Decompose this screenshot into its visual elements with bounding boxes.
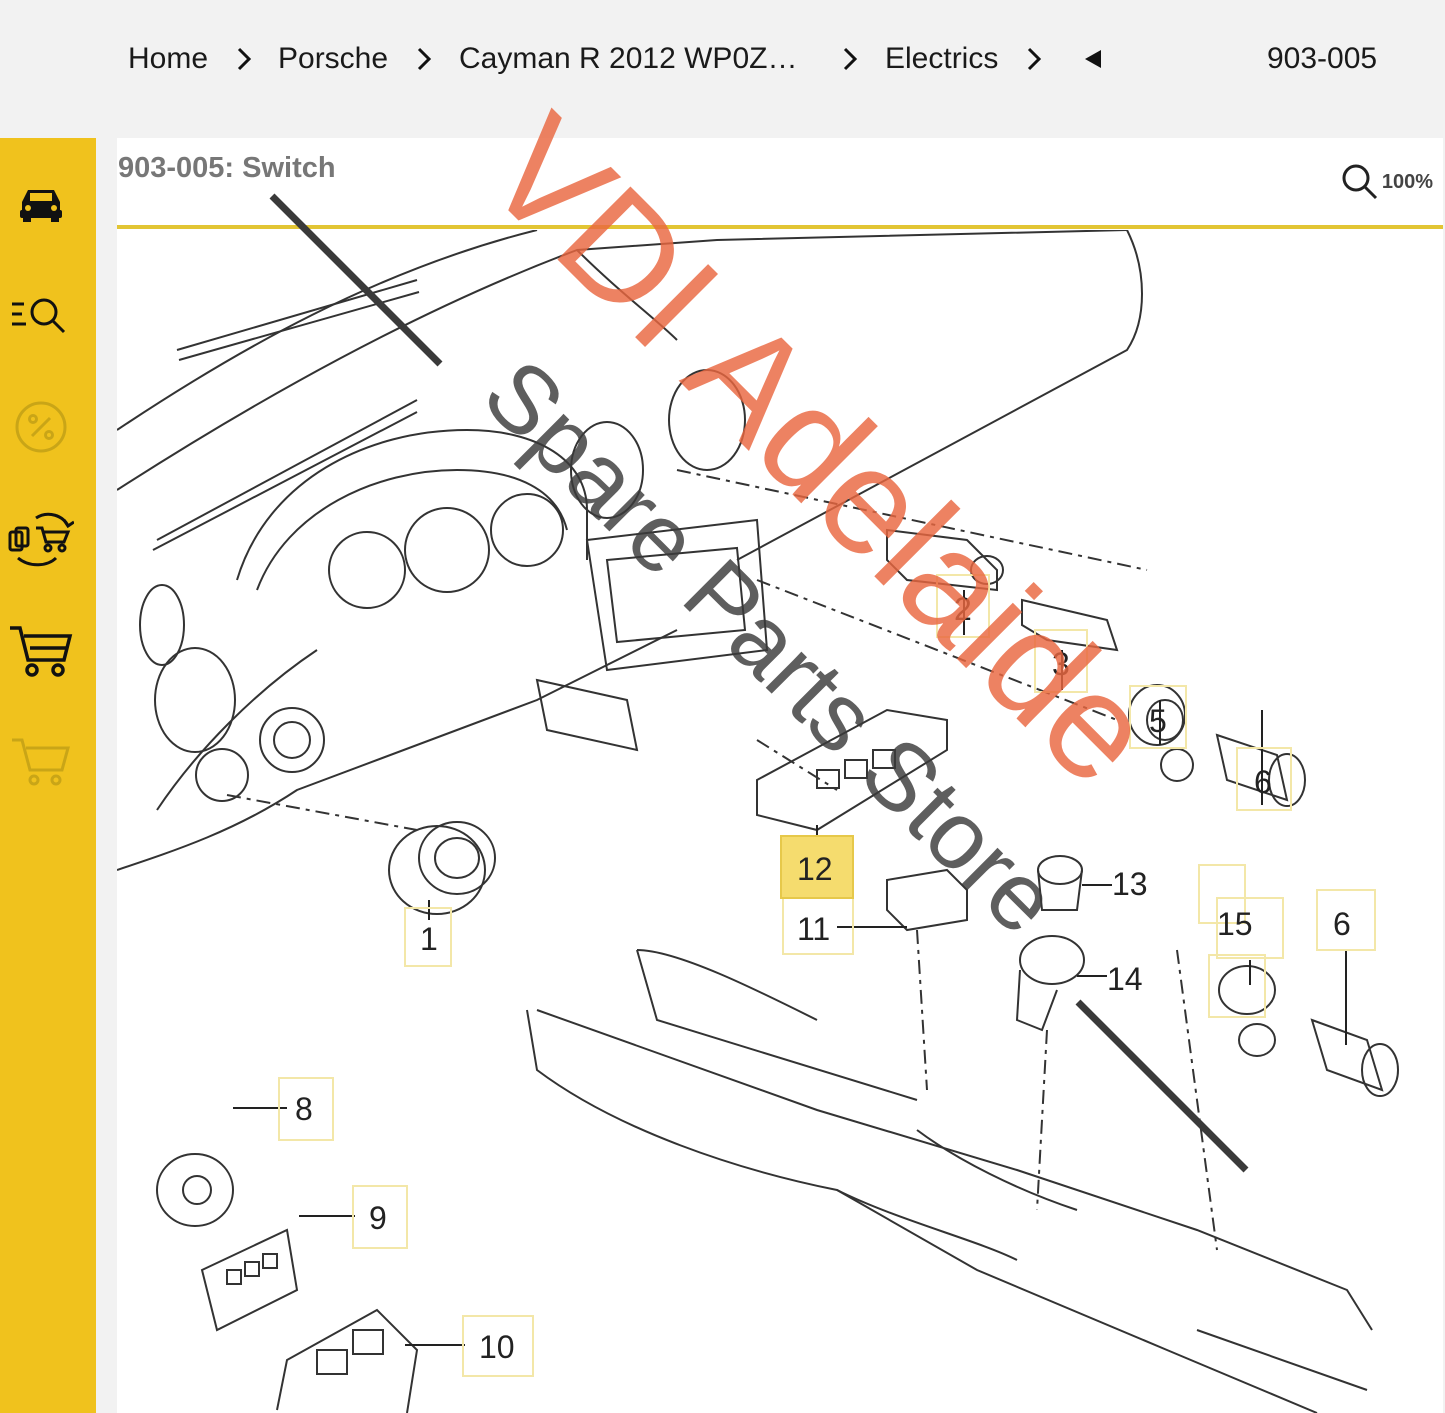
callout-label: 3 — [1052, 646, 1070, 682]
callout-label: 5 — [1149, 703, 1167, 739]
breadcrumb: Home Porsche Cayman R 2012 WP0Z… Electri… — [0, 0, 1445, 120]
callout-label: 14 — [1107, 961, 1143, 997]
callout-label: 1 — [420, 921, 438, 957]
chevron-right-icon — [1021, 46, 1047, 72]
part-code: 903-005 — [1267, 42, 1378, 75]
callout-label: 9 — [369, 1200, 387, 1236]
title-divider — [117, 225, 1443, 229]
callout-label-highlighted: 12 — [797, 851, 833, 887]
breadcrumb-electrics[interactable]: Electrics — [885, 42, 998, 76]
cart-outline-icon[interactable] — [8, 730, 74, 796]
exploded-parts-diagram: 1 2 3 5 6 12 11 13 15 6 14 8 9 10 — [117, 229, 1443, 1413]
percent-badge-icon[interactable] — [8, 394, 74, 460]
sidebar — [0, 138, 96, 1413]
breadcrumb-model[interactable]: Cayman R 2012 WP0Z… — [459, 42, 797, 76]
car-icon[interactable] — [8, 172, 74, 238]
breadcrumb-home[interactable]: Home — [128, 42, 208, 76]
chevron-right-icon — [411, 46, 437, 72]
callout-label: 10 — [479, 1329, 515, 1365]
callout-label: 13 — [1112, 866, 1148, 902]
cart-icon[interactable] — [8, 618, 74, 684]
breadcrumb-porsche[interactable]: Porsche — [278, 42, 388, 76]
callout-label: 6 — [1254, 764, 1272, 800]
chevron-right-icon — [837, 46, 863, 72]
diagram-panel: 903-005: Switch 100% 1 2 3 5 6 12 11 13 … — [117, 138, 1443, 1413]
chevron-right-icon — [231, 46, 257, 72]
magnifier-icon — [1342, 164, 1377, 200]
zoom-control[interactable]: 100% — [1340, 160, 1433, 204]
page-title: 903-005: Switch — [118, 152, 336, 184]
callout-label: 2 — [954, 591, 972, 627]
search-list-icon[interactable] — [8, 282, 74, 348]
callout-label: 8 — [295, 1091, 313, 1127]
exchange-cart-icon[interactable] — [8, 506, 75, 572]
zoom-level: 100% — [1381, 170, 1433, 193]
parts-illustration: 1 2 3 5 6 12 11 13 15 6 14 8 9 10 — [117, 229, 1399, 1413]
triangle-left-icon[interactable] — [1081, 47, 1105, 71]
callout-label: 15 — [1217, 906, 1253, 942]
callout-label: 11 — [797, 911, 830, 947]
callout-label: 6 — [1333, 906, 1351, 942]
